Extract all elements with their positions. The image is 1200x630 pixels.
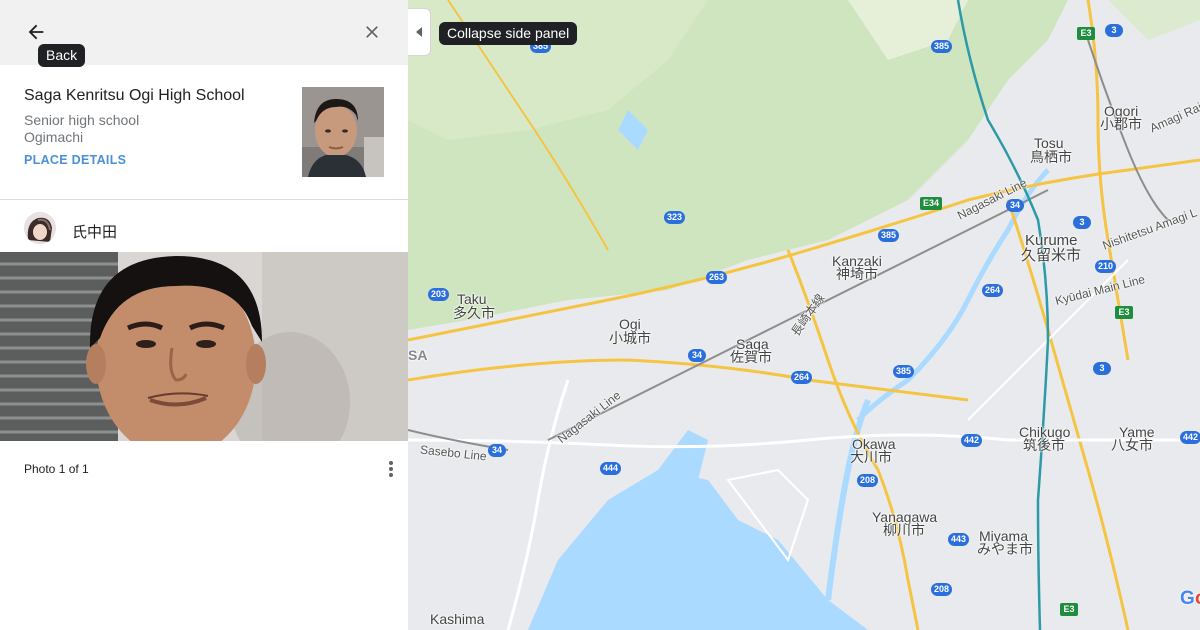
route-shield: 385 [931,40,953,53]
close-button[interactable] [358,18,386,46]
map-canvas[interactable]: Taku 多久市 Ogi 小城市 Saga 佐賀市 Kanzaki 神埼市 To… [408,0,1200,630]
google-logo-letter: o [1195,588,1200,609]
route-shield: 210 [1095,260,1117,273]
expressway-shield: E3 [1077,27,1095,40]
route-shield: 3 [1105,24,1123,37]
avatar[interactable] [24,212,56,244]
expressway-shield: E3 [1115,306,1133,319]
place-details-link[interactable]: PLACE DETAILS [24,153,126,167]
map-label-edge: SA [408,347,428,363]
route-shield: 34 [488,444,506,457]
route-shield: 3 [1093,362,1111,375]
route-shield: 263 [706,271,728,284]
map-label-yanagawa-ja[interactable]: 柳川市 [883,523,925,537]
route-shield: 442 [961,434,983,447]
route-shield: 203 [428,288,450,301]
place-name: Saga Kenritsu Ogi High School [24,87,245,104]
caret-left-icon [416,27,422,37]
map-label-kanzaki-ja[interactable]: 神埼市 [836,267,878,281]
side-panel: Back Saga Kenritsu Ogi High School Senio… [0,0,408,630]
place-category: Senior high school [24,112,140,128]
route-shield: 34 [1006,199,1024,212]
portrait-photo-image [0,252,408,441]
place-locality: Ogimachi [24,129,84,145]
map-label-okawa-ja[interactable]: 大川市 [850,450,892,464]
map-label-tosu[interactable]: Tosu [1034,136,1064,150]
map-label-ogi-ja[interactable]: 小城市 [609,331,651,345]
collapse-panel-tooltip: Collapse side panel [439,22,578,45]
uploader-name[interactable]: 氏中田 [72,221,117,242]
route-shield: 444 [600,462,622,475]
expressway-shield: E3 [1060,603,1078,616]
avatar-image [24,212,56,244]
route-shield: 443 [948,533,970,546]
photo-uploader-row: 氏中田 [0,200,408,252]
map-label-chikugo-ja[interactable]: 筑後市 [1023,438,1065,452]
portrait-thumbnail-image [302,87,384,177]
map-label-kashima[interactable]: Kashima [430,612,484,626]
route-shield: 385 [878,229,900,242]
more-vert-icon [389,461,393,477]
arrow-back-icon [28,24,44,40]
route-shield: 208 [931,583,953,596]
map-label-ogori-ja[interactable]: 小郡市 [1100,117,1142,131]
back-button[interactable] [22,18,50,46]
map-label-ogi[interactable]: Ogi [619,317,641,331]
map-label-yame-ja[interactable]: 八女市 [1111,438,1153,452]
close-icon [366,26,378,38]
more-options-button[interactable] [380,457,402,481]
route-shield: 323 [664,211,686,224]
google-logo: Google [1180,588,1200,610]
route-shield: 264 [982,284,1004,297]
place-card: Saga Kenritsu Ogi High School Senior hig… [0,65,408,200]
place-photo[interactable] [0,252,408,441]
map-label-miyama-ja[interactable]: みやま市 [977,542,1033,556]
route-shield: 385 [893,365,915,378]
route-shield: 34 [688,349,706,362]
expressway-shield: E34 [920,197,943,210]
back-tooltip: Back [38,44,86,67]
map-label-kurume[interactable]: Kurume [1025,233,1078,248]
map-label-taku[interactable]: Taku [457,292,487,306]
place-thumbnail[interactable] [302,87,384,177]
map-label-taku-ja[interactable]: 多久市 [453,306,495,320]
route-shield: 264 [791,371,813,384]
route-shield: 3 [1073,216,1091,229]
collapse-panel-button[interactable] [408,8,431,56]
route-shield: 208 [857,474,879,487]
google-logo-letter: G [1180,588,1195,609]
map-label-saga-ja[interactable]: 佐賀市 [730,350,772,364]
map-label-kurume-ja[interactable]: 久留米市 [1021,248,1081,263]
photo-count: Photo 1 of 1 [24,462,89,476]
route-shield: 442 [1180,431,1200,444]
map-label-tosu-ja[interactable]: 鳥栖市 [1030,150,1072,164]
